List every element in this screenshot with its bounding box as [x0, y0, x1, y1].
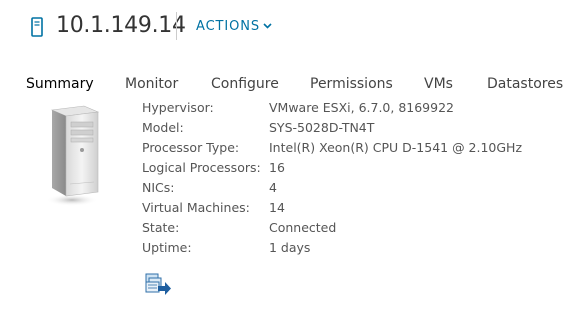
server-tower-icon: [44, 104, 100, 208]
hypervisor-value: VMware ESXi, 6.7.0, 8169922: [269, 100, 454, 115]
detail-row-nics: NICs: 4: [142, 178, 562, 198]
header-divider: [176, 12, 177, 40]
logical-processors-label: Logical Processors:: [142, 160, 261, 175]
object-header: 10.1.149.14 ACTIONS: [0, 0, 576, 56]
nics-label: NICs:: [142, 180, 175, 195]
page-title: 10.1.149.14: [56, 13, 186, 38]
tab-vms[interactable]: VMs: [424, 72, 453, 96]
uptime-label: Uptime:: [142, 240, 192, 255]
model-value: SYS-5028D-TN4T: [269, 120, 375, 135]
detail-row-model: Model: SYS-5028D-TN4T: [142, 118, 562, 138]
detail-row-virtual-machines: Virtual Machines: 14: [142, 198, 562, 218]
processor-type-value: Intel(R) Xeon(R) CPU D-1541 @ 2.10GHz: [269, 140, 523, 155]
tab-bar: Summary Monitor Configure Permissions VM…: [0, 72, 576, 98]
uptime-value: 1 days: [269, 240, 311, 255]
model-label: Model:: [142, 120, 184, 135]
tab-configure[interactable]: Configure: [211, 72, 279, 96]
state-value: Connected: [269, 220, 337, 235]
tab-monitor[interactable]: Monitor: [125, 72, 178, 96]
virtual-machines-label: Virtual Machines:: [142, 200, 250, 215]
detail-row-uptime: Uptime: 1 days: [142, 238, 562, 258]
logical-processors-value: 16: [269, 160, 285, 175]
actions-label: ACTIONS: [196, 19, 261, 34]
host-details: Hypervisor: VMware ESXi, 6.7.0, 8169922 …: [142, 98, 562, 258]
nics-value: 4: [269, 180, 277, 195]
tab-permissions[interactable]: Permissions: [310, 72, 393, 96]
host-summary-page: 10.1.149.14 ACTIONS Summary Monitor Conf…: [0, 0, 576, 313]
state-label: State:: [142, 220, 180, 235]
chevron-down-icon: [263, 16, 272, 36]
detail-row-hypervisor: Hypervisor: VMware ESXi, 6.7.0, 8169922: [142, 98, 562, 118]
hypervisor-label: Hypervisor:: [142, 100, 214, 115]
detail-row-logical-processors: Logical Processors: 16: [142, 158, 562, 178]
detail-row-processor-type: Processor Type: Intel(R) Xeon(R) CPU D-1…: [142, 138, 562, 158]
tab-summary[interactable]: Summary: [26, 72, 94, 96]
host-icon: [31, 17, 43, 37]
migrate-vms-icon[interactable]: [144, 272, 172, 296]
processor-type-label: Processor Type:: [142, 140, 240, 155]
tab-datastores[interactable]: Datastores: [487, 72, 563, 96]
actions-menu-button[interactable]: ACTIONS: [196, 16, 272, 37]
virtual-machines-value: 14: [269, 200, 285, 215]
detail-row-state: State: Connected: [142, 218, 562, 238]
